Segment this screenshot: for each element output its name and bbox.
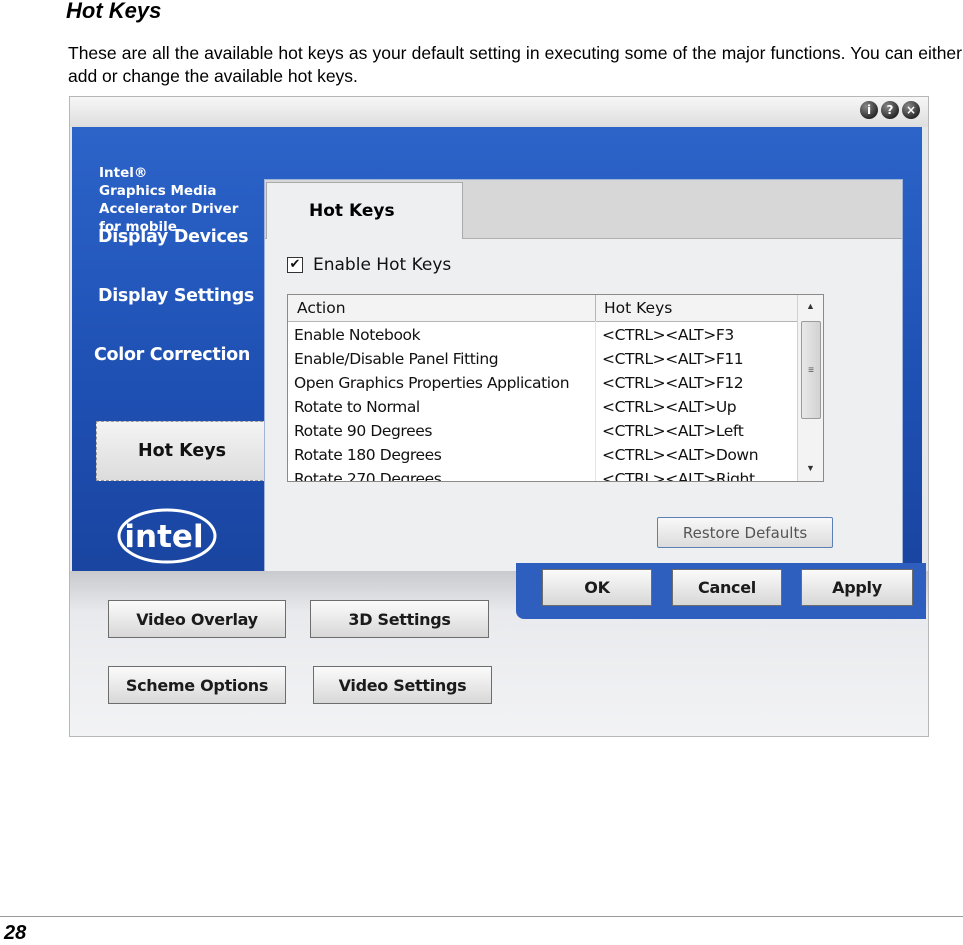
- action-cell: Rotate 90 Degrees: [294, 422, 433, 440]
- scroll-down-icon[interactable]: ▼: [798, 459, 823, 477]
- hot-keys-table: Action Hot Keys Enable Notebook <CTRL><A…: [287, 294, 824, 482]
- table-header: Action Hot Keys: [288, 295, 797, 322]
- action-cell: Open Graphics Properties Application: [294, 374, 570, 392]
- hotkey-cell: <CTRL><ALT>F12: [602, 374, 744, 392]
- hotkey-cell: <CTRL><ALT>F11: [602, 350, 744, 368]
- scroll-up-icon[interactable]: ▲: [798, 297, 823, 315]
- info-icon[interactable]: i: [860, 101, 878, 119]
- enable-hot-keys-checkbox[interactable]: ✔ Enable Hot Keys: [287, 255, 451, 275]
- screenshot-window: i ? × Intel® Graphics Media Accelerator …: [69, 96, 929, 737]
- blue-frame: Intel® Graphics Media Accelerator Driver…: [72, 127, 922, 579]
- brand-line: Intel®: [99, 165, 148, 181]
- 3d-settings-button[interactable]: 3D Settings: [310, 600, 489, 638]
- scheme-options-button[interactable]: Scheme Options: [108, 666, 286, 704]
- brand-line: Graphics Media: [99, 183, 217, 199]
- window-title-bar: i ? ×: [70, 97, 928, 127]
- action-cell: Rotate to Normal: [294, 398, 420, 416]
- video-overlay-button[interactable]: Video Overlay: [108, 600, 286, 638]
- column-header-hot-keys[interactable]: Hot Keys: [604, 299, 672, 317]
- brand-text: Intel® Graphics Media Accelerator Driver…: [99, 164, 238, 236]
- ok-button[interactable]: OK: [542, 569, 652, 606]
- table-row[interactable]: Open Graphics Properties Application <CT…: [288, 372, 797, 396]
- action-cell: Rotate 180 Degrees: [294, 446, 442, 464]
- hotkey-cell: <CTRL><ALT>Down: [602, 446, 759, 464]
- hotkey-cell: <CTRL><ALT>Up: [602, 398, 737, 416]
- sidebar-item-display-devices[interactable]: Display Devices: [98, 227, 288, 247]
- close-icon[interactable]: ×: [902, 101, 920, 119]
- help-icon[interactable]: ?: [881, 101, 899, 119]
- doc-paragraph: These are all the available hot keys as …: [68, 43, 962, 86]
- hotkey-cell: <CTRL><ALT>Left: [602, 422, 744, 440]
- column-divider: [595, 295, 596, 321]
- doc-heading: Hot Keys: [66, 0, 162, 23]
- restore-defaults-button[interactable]: Restore Defaults: [657, 517, 833, 548]
- page-number: 28: [4, 922, 27, 944]
- tab-bar: Hot Keys: [265, 180, 902, 239]
- sidebar-item-color-correction[interactable]: Color Correction: [94, 345, 284, 365]
- action-cell: Enable/Disable Panel Fitting: [294, 350, 499, 368]
- action-cell: Rotate 270 Degrees: [294, 470, 442, 482]
- table-row[interactable]: Rotate to Normal <CTRL><ALT>Up: [288, 396, 797, 420]
- intel-logo: intel: [117, 508, 217, 564]
- sidebar-item-display-settings[interactable]: Display Settings: [98, 286, 288, 306]
- video-settings-button[interactable]: Video Settings: [313, 666, 492, 704]
- apply-button[interactable]: Apply: [801, 569, 913, 606]
- column-header-action[interactable]: Action: [297, 299, 346, 317]
- tab-hot-keys[interactable]: Hot Keys: [266, 182, 463, 239]
- checkbox-check-icon: ✔: [287, 257, 303, 273]
- cancel-button[interactable]: Cancel: [672, 569, 782, 606]
- action-cell: Enable Notebook: [294, 326, 421, 344]
- window-controls: i ? ×: [860, 101, 920, 119]
- intel-logo-text: intel: [124, 519, 203, 555]
- table-row[interactable]: Enable/Disable Panel Fitting <CTRL><ALT>…: [288, 348, 797, 372]
- table-row[interactable]: Enable Notebook <CTRL><ALT>F3: [288, 324, 797, 348]
- table-row[interactable]: Rotate 90 Degrees <CTRL><ALT>Left: [288, 420, 797, 444]
- hotkey-cell: <CTRL><ALT>Right: [602, 470, 755, 482]
- table-row[interactable]: Rotate 180 Degrees <CTRL><ALT>Down: [288, 444, 797, 468]
- table-row[interactable]: Rotate 270 Degrees <CTRL><ALT>Right: [288, 468, 797, 482]
- sidebar-item-hot-keys[interactable]: Hot Keys: [96, 421, 268, 481]
- hot-keys-panel: Hot Keys ✔ Enable Hot Keys Action Hot Ke…: [264, 179, 903, 579]
- table-scrollbar[interactable]: ▲ ≡ ▼: [797, 295, 823, 481]
- hotkey-cell: <CTRL><ALT>F3: [602, 326, 734, 344]
- scrollbar-thumb[interactable]: ≡: [801, 321, 821, 419]
- page-footer-rule: [0, 916, 963, 917]
- brand-line: Accelerator Driver: [99, 201, 239, 217]
- enable-hot-keys-label: Enable Hot Keys: [313, 255, 452, 275]
